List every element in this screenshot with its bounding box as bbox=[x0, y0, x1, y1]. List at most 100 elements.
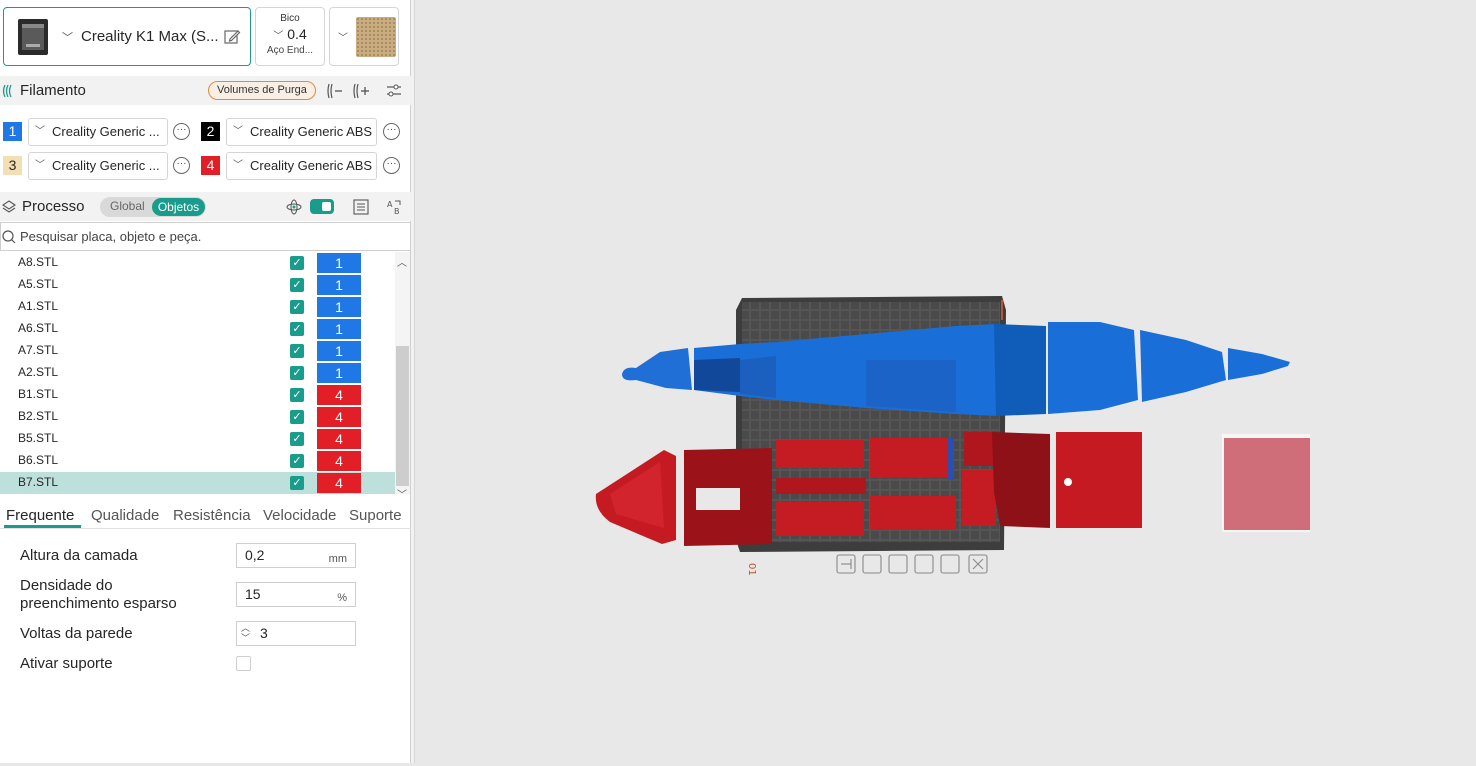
filament-add-icon[interactable] bbox=[352, 82, 370, 100]
layer-height-unit: mm bbox=[328, 553, 347, 565]
more-options-icon[interactable]: ··· bbox=[383, 123, 400, 140]
object-row[interactable]: B6.STL ✓ 4 bbox=[0, 450, 395, 472]
global-objects-toggle[interactable]: Global Objetos bbox=[100, 197, 206, 217]
object-filament-badge[interactable]: 1 bbox=[317, 275, 361, 295]
support-label: Ativar suporte bbox=[20, 655, 113, 672]
layer-height-input[interactable]: 0,2 mm bbox=[236, 543, 356, 568]
object-name: A7.STL bbox=[18, 343, 59, 357]
object-visible-checkbox[interactable]: ✓ bbox=[290, 278, 304, 292]
advanced-toggle[interactable] bbox=[310, 199, 334, 214]
nozzle-title: Bico bbox=[280, 13, 300, 24]
object-filament-badge[interactable]: 1 bbox=[317, 297, 361, 317]
pink-object[interactable] bbox=[1222, 434, 1310, 532]
object-filament-badge[interactable]: 1 bbox=[317, 319, 361, 339]
blue-objects[interactable] bbox=[622, 322, 1290, 416]
scroll-up-icon[interactable]: ︿ bbox=[397, 254, 407, 269]
fill-bed-icon[interactable] bbox=[888, 554, 908, 574]
object-filament-badge[interactable]: 4 bbox=[317, 473, 361, 493]
filament-preset-name: Creality Generic ... bbox=[52, 158, 160, 173]
object-visible-checkbox[interactable]: ✓ bbox=[290, 432, 304, 446]
filament-preset-select[interactable]: ﹀ Creality Generic ABS bbox=[226, 152, 377, 180]
tab-velocidade[interactable]: Velocidade bbox=[263, 507, 336, 524]
filament-title: Filamento bbox=[20, 82, 86, 99]
scrollbar-thumb[interactable] bbox=[396, 346, 409, 486]
filament-preset-select[interactable]: ﹀ Creality Generic ... bbox=[28, 118, 168, 146]
object-filament-badge[interactable]: 4 bbox=[317, 385, 361, 405]
object-visible-checkbox[interactable]: ✓ bbox=[290, 410, 304, 424]
search-input[interactable]: Pesquisar placa, objeto e peça. bbox=[20, 229, 201, 244]
plate-settings-icon[interactable] bbox=[940, 554, 960, 574]
object-row[interactable]: B1.STL ✓ 4 bbox=[0, 384, 395, 406]
filament-preset-select[interactable]: ﹀ Creality Generic ABS bbox=[226, 118, 377, 146]
tab-frequente[interactable]: Frequente bbox=[6, 507, 74, 524]
stepper-icon[interactable]: ︿ ﹀ bbox=[241, 623, 250, 643]
object-visible-checkbox[interactable]: ✓ bbox=[290, 300, 304, 314]
object-row[interactable]: B5.STL ✓ 4 bbox=[0, 428, 395, 450]
plate-toolbar[interactable] bbox=[836, 554, 988, 574]
filament-number-badge[interactable]: 2 bbox=[201, 122, 220, 141]
object-row[interactable]: A1.STL ✓ 1 bbox=[0, 296, 395, 318]
tab-suporte[interactable]: Suporte bbox=[349, 507, 402, 524]
object-row[interactable]: B2.STL ✓ 4 bbox=[0, 406, 395, 428]
object-filament-badge[interactable]: 4 bbox=[317, 429, 361, 449]
scroll-down-icon[interactable]: ﹀ bbox=[397, 486, 407, 501]
nozzle-selector[interactable]: Bico ﹀ 0.4 Aço End... bbox=[255, 7, 325, 66]
process-title: Processo bbox=[22, 198, 85, 215]
object-list: A8.STL ✓ 1 A5.STL ✓ 1 A1.STL ✓ 1 A6.STL ✓ 1 A7.STL ✓ 1… bbox=[0, 252, 411, 494]
object-filament-badge[interactable]: 4 bbox=[317, 451, 361, 471]
compare-icon[interactable]: A B bbox=[385, 198, 403, 216]
infill-input[interactable]: 15 % bbox=[236, 582, 356, 607]
object-row[interactable]: B7.STL ✓ 4 bbox=[0, 472, 395, 494]
tab-resistencia[interactable]: Resistência bbox=[173, 507, 251, 524]
object-visible-checkbox[interactable]: ✓ bbox=[290, 454, 304, 468]
search-box[interactable]: Pesquisar placa, objeto e peça. bbox=[0, 222, 411, 251]
printer-selector[interactable]: ﹀ Creality K1 Max (S... bbox=[3, 7, 251, 66]
filament-number-badge[interactable]: 1 bbox=[3, 122, 22, 141]
more-options-icon[interactable]: ··· bbox=[173, 123, 190, 140]
panel-divider[interactable] bbox=[411, 0, 415, 763]
object-filament-badge[interactable]: 4 bbox=[317, 407, 361, 427]
purge-volumes-button[interactable]: Volumes de Purga bbox=[208, 81, 316, 100]
filament-remove-icon[interactable] bbox=[326, 82, 344, 100]
plate-type-selector[interactable]: ﹀ bbox=[329, 7, 399, 66]
svg-text:B: B bbox=[394, 207, 400, 216]
object-visible-checkbox[interactable]: ✓ bbox=[290, 388, 304, 402]
object-visible-checkbox[interactable]: ✓ bbox=[290, 344, 304, 358]
toggle-global[interactable]: Global bbox=[110, 199, 145, 213]
build-plate-scene[interactable]: 01 bbox=[416, 0, 1476, 763]
object-filament-badge[interactable]: 1 bbox=[317, 341, 361, 361]
object-row[interactable]: A2.STL ✓ 1 bbox=[0, 362, 395, 384]
orient-icon[interactable] bbox=[862, 554, 882, 574]
toggle-objects[interactable]: Objetos bbox=[152, 198, 205, 216]
object-name: B2.STL bbox=[18, 409, 59, 423]
walls-label: Voltas da parede bbox=[20, 625, 133, 642]
filament-number-badge[interactable]: 4 bbox=[201, 156, 220, 175]
walls-input[interactable]: ︿ ﹀ 3 bbox=[236, 621, 356, 646]
more-options-icon[interactable]: ··· bbox=[173, 157, 190, 174]
object-visible-checkbox[interactable]: ✓ bbox=[290, 322, 304, 336]
object-filament-badge[interactable]: 1 bbox=[317, 253, 361, 273]
object-row[interactable]: A6.STL ✓ 1 bbox=[0, 318, 395, 340]
filament-preset-select[interactable]: ﹀ Creality Generic ... bbox=[28, 152, 168, 180]
edit-icon[interactable] bbox=[223, 28, 241, 46]
support-checkbox[interactable] bbox=[236, 656, 251, 671]
object-filament-badge[interactable]: 1 bbox=[317, 363, 361, 383]
object-name: A8.STL bbox=[18, 255, 59, 269]
object-visible-checkbox[interactable]: ✓ bbox=[290, 256, 304, 270]
filament-number-badge[interactable]: 3 bbox=[3, 156, 22, 175]
object-visible-checkbox[interactable]: ✓ bbox=[290, 476, 304, 490]
filament-preset-name: Creality Generic ABS bbox=[250, 124, 373, 139]
3d-viewport[interactable]: 01 bbox=[416, 0, 1476, 763]
lock-plate-icon[interactable] bbox=[914, 554, 934, 574]
layer-height-label: Altura da camada bbox=[20, 547, 138, 564]
object-row[interactable]: A7.STL ✓ 1 bbox=[0, 340, 395, 362]
tab-qualidade[interactable]: Qualidade bbox=[91, 507, 159, 524]
atom-icon[interactable] bbox=[285, 198, 303, 216]
filament-icon bbox=[2, 84, 12, 97]
object-row[interactable]: A5.STL ✓ 1 bbox=[0, 274, 395, 296]
object-row[interactable]: A8.STL ✓ 1 bbox=[0, 252, 395, 274]
object-visible-checkbox[interactable]: ✓ bbox=[290, 366, 304, 380]
more-options-icon[interactable]: ··· bbox=[383, 157, 400, 174]
list-icon[interactable] bbox=[352, 198, 370, 216]
settings-sliders-icon[interactable] bbox=[385, 82, 403, 100]
